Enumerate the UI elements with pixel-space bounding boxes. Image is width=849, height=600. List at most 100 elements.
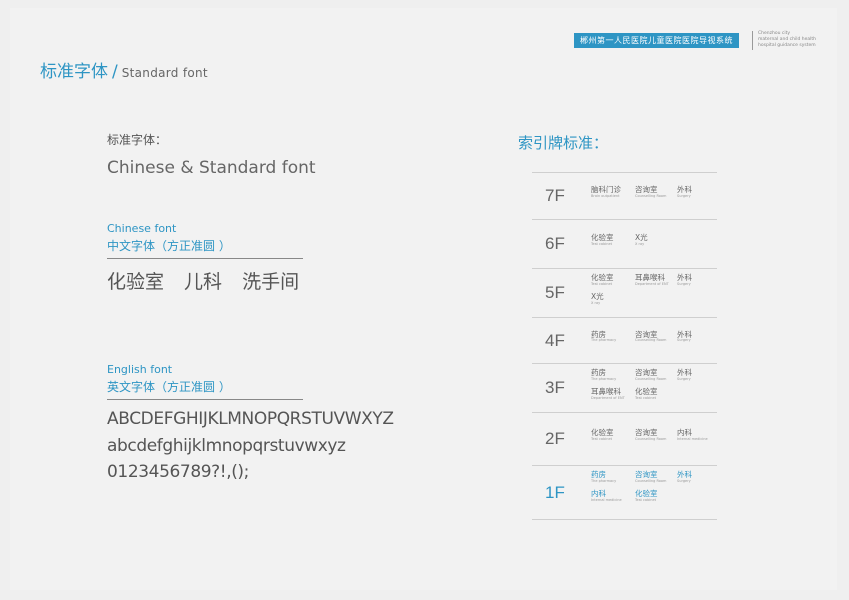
room-name-en: Test cabinet bbox=[591, 436, 613, 441]
room-name-en: Test cabinet bbox=[591, 281, 613, 286]
room-name-en: Counselling Room bbox=[635, 436, 667, 441]
english-font-underline bbox=[107, 399, 303, 400]
floor-row: 5F 化验室 Test cabinet 耳鼻喉科 Department of ENT 外科… bbox=[532, 268, 717, 317]
header-english: Chenzhou city maternal and child health … bbox=[758, 31, 838, 49]
room-name-en: Counselling Room bbox=[635, 193, 667, 198]
room-entry: 咨询室 Counselling Room bbox=[635, 369, 666, 381]
room-entry: 化验室 Test cabinet bbox=[591, 274, 614, 286]
room-name-zh: 化验室 bbox=[591, 428, 614, 437]
english-sample-uppercase: ABCDEFGHIJKLMNOPQRSTUVWXYZ bbox=[107, 409, 394, 429]
room-entry: 药房 The pharmacy bbox=[591, 471, 616, 483]
index-sign-title: 索引牌标准： bbox=[518, 134, 609, 152]
room-name-zh: X光 bbox=[635, 233, 648, 242]
english-sample-digits: 0123456789?!,(); bbox=[107, 462, 249, 482]
room-name-zh: 咨询室 bbox=[635, 185, 658, 194]
room-name-zh: 药房 bbox=[591, 470, 606, 479]
room-entry: 药房 The pharmacy bbox=[591, 369, 616, 381]
room-name-zh: X光 bbox=[591, 292, 604, 301]
floor-label: 6F bbox=[545, 234, 565, 253]
room-name-zh: 咨询室 bbox=[635, 368, 658, 377]
floor-label: 5F bbox=[545, 283, 565, 302]
room-name-zh: 化验室 bbox=[635, 489, 658, 498]
room-name-en: The pharmacy bbox=[591, 338, 617, 342]
page-title: 标准字体 / Standard font bbox=[40, 57, 208, 82]
room-entry: X光 X ray bbox=[635, 234, 648, 246]
room-name-en: Test cabinet bbox=[591, 241, 613, 246]
room-name-en: X ray bbox=[591, 300, 601, 305]
room-name-en: Counselling Room bbox=[635, 478, 667, 483]
english-font-zh: 英文字体（方正准圆 ） bbox=[107, 380, 231, 394]
room-entry: 咨询室 Counselling Room bbox=[635, 186, 666, 198]
room-name-en: The pharmacy bbox=[591, 478, 617, 483]
room-entry: 外科 Surgery bbox=[677, 471, 692, 483]
floor-row: 3F 药房 The pharmacy 咨询室 Counselling Room 外科 Sur… bbox=[532, 363, 717, 412]
room-name-zh: 外科 bbox=[677, 470, 692, 479]
header-divider bbox=[752, 31, 753, 50]
room-entry: 咨询室 Counselling Room bbox=[635, 471, 666, 483]
title-slash: / bbox=[112, 62, 118, 82]
room-name-zh: 药房 bbox=[591, 329, 606, 339]
chinese-font-sample: 化验室 儿科 洗手间 bbox=[107, 271, 300, 293]
chinese-font-underline bbox=[107, 258, 303, 259]
room-name-en: Counselling Room bbox=[635, 338, 667, 342]
room-entry: 耳鼻喉科 Department of ENT bbox=[591, 388, 625, 400]
room-name-en: Surgery bbox=[677, 338, 691, 342]
room-name-zh: 耳鼻喉科 bbox=[591, 387, 621, 396]
room-entry: 外科 Surgery bbox=[677, 274, 692, 286]
header-badge: 郴州第一人民医院儿童医院医院导视系统 bbox=[574, 33, 739, 48]
page-title-en: Standard font bbox=[121, 66, 208, 80]
room-name-zh: 内科 bbox=[591, 489, 606, 498]
floor-label: 7F bbox=[545, 186, 565, 205]
room-name-zh: 咨询室 bbox=[635, 470, 658, 479]
floor-label: 4F bbox=[545, 330, 565, 350]
room-name-en: Surgery bbox=[677, 478, 691, 483]
english-sample-lowercase: abcdefghijklmnopqrstuvwxyz bbox=[107, 436, 346, 456]
room-name-zh: 外科 bbox=[677, 273, 692, 282]
room-name-en: Surgery bbox=[677, 193, 691, 198]
room-entry: 外科 Surgery bbox=[677, 186, 692, 198]
header-en-line: hospital guidance system bbox=[758, 43, 816, 48]
room-name-en: Brain outpatient bbox=[591, 193, 620, 198]
floor-label: 1F bbox=[545, 482, 565, 502]
room-name-en: Counselling Room bbox=[635, 376, 667, 381]
room-entry: 外科 Surgery bbox=[677, 369, 692, 381]
floor-index-table: 7F 脑科门诊 Brain outpatient 咨询室 Counselling Roo… bbox=[532, 172, 717, 520]
room-name-zh: 化验室 bbox=[591, 273, 614, 282]
room-name-zh: 药房 bbox=[591, 368, 606, 377]
room-name-zh: 外科 bbox=[677, 329, 692, 339]
room-entry: 耳鼻喉科 Department of ENT bbox=[635, 274, 669, 286]
floor-row: 2F 化验室 Test cabinet 咨询室 Counselling Room 内科 In… bbox=[532, 412, 717, 465]
chinese-font-en: Chinese font bbox=[107, 222, 177, 235]
room-entry: 药房 The pharmacy bbox=[591, 329, 617, 343]
standard-font-heading: Chinese & Standard font bbox=[107, 158, 316, 178]
room-entry: 脑科门诊 Brain outpatient bbox=[591, 186, 621, 198]
room-name-zh: 外科 bbox=[677, 368, 692, 377]
floor-label: 3F bbox=[545, 378, 565, 397]
room-name-en: Test cabinet bbox=[635, 395, 657, 400]
room-entry: 化验室 Test cabinet bbox=[635, 490, 658, 502]
room-name-en: Department of ENT bbox=[635, 281, 669, 286]
standard-font-label: 标准字体： bbox=[107, 133, 168, 147]
floor-row: 6F 化验室 Test cabinet X光 X ray bbox=[532, 219, 717, 268]
floor-row: 4F 药房 The pharmacy 咨询室 Counselling Room 外科 Sur… bbox=[532, 317, 717, 363]
room-name-zh: 耳鼻喉科 bbox=[635, 273, 665, 282]
floor-row: 7F 脑科门诊 Brain outpatient 咨询室 Counselling Roo… bbox=[532, 172, 717, 219]
room-entry: 内科 Internal medicine bbox=[677, 429, 708, 441]
room-entry: 外科 Surgery bbox=[677, 329, 692, 343]
room-name-en: Surgery bbox=[677, 281, 691, 286]
room-name-en: Internal medicine bbox=[591, 497, 622, 502]
room-name-en: X ray bbox=[635, 241, 645, 246]
room-entry: 内科 Internal medicine bbox=[591, 490, 622, 502]
room-entry: X光 X ray bbox=[591, 293, 604, 305]
room-name-en: Department of ENT bbox=[591, 395, 625, 400]
room-name-en: The pharmacy bbox=[591, 376, 617, 381]
room-name-zh: 咨询室 bbox=[635, 329, 658, 339]
room-name-zh: 化验室 bbox=[635, 387, 658, 396]
room-name-zh: 外科 bbox=[677, 185, 692, 194]
room-entry: 化验室 Test cabinet bbox=[635, 388, 658, 400]
room-name-en: Test cabinet bbox=[635, 497, 657, 502]
room-name-zh: 咨询室 bbox=[635, 428, 658, 437]
room-name-zh: 脑科门诊 bbox=[591, 185, 621, 194]
floor-label: 2F bbox=[545, 429, 565, 448]
room-name-zh: 内科 bbox=[677, 428, 692, 437]
